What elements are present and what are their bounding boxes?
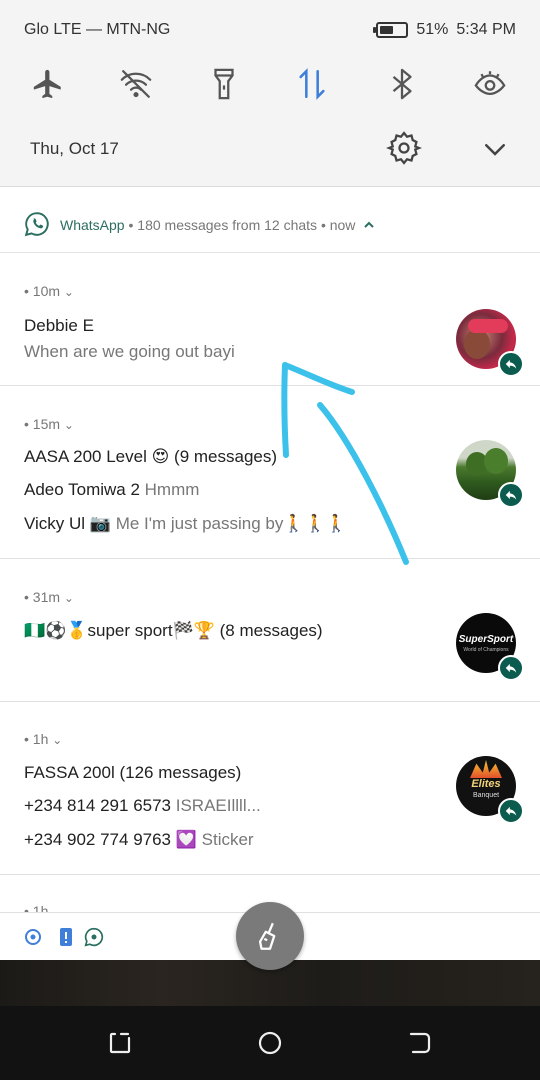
whatsapp-summary: WhatsApp • 180 messages from 12 chats • … [60,217,375,233]
avatar-logo-text: Elites [471,778,501,790]
back-icon[interactable] [407,1030,433,1056]
reply-icon[interactable] [498,798,524,824]
header-time: now [329,217,356,233]
phone-alert-icon [56,927,76,947]
message-line: Adeo Tomiwa 2 Hmmm [24,480,200,499]
message-line: +234 814 291 6573 ISRAEIllll... [24,796,261,815]
sender-name: Debbie E [24,316,94,335]
clock: 5:34 PM [456,21,516,38]
notification-time: • 15m ⌄ [24,416,74,432]
wifi-off-icon[interactable] [116,64,156,104]
recent-apps-icon[interactable] [107,1030,133,1056]
date-label: Thu, Oct 17 [30,139,119,158]
notification-card[interactable]: • 1h ⌄ FASSA 200l (126 messages) +234 81… [0,703,540,875]
status-right: 51% 5:34 PM [373,21,516,39]
whatsapp-icon [24,211,50,237]
carrier-label: Glo LTE — MTN-NG [24,21,171,38]
quick-settings-panel: Thu, Oct 17 [0,60,540,187]
whatsapp-group-header[interactable]: WhatsApp • 180 messages from 12 chats • … [0,187,540,253]
message-summary: 180 messages from 12 chats [137,217,318,233]
message-line: +234 902 774 9763 💟 Sticker [24,830,254,849]
settings-gear-icon[interactable] [385,130,423,166]
home-icon[interactable] [257,1030,283,1056]
sync-icon [24,927,44,947]
navigation-bar [0,960,540,1080]
notification-card[interactable]: • 31m ⌄ 🇳🇬⚽🥇super sport🏁🏆 (8 messages) S… [0,560,540,702]
expand-chevron-icon[interactable] [480,134,510,164]
avatar-logo-text: SuperSport [458,634,514,645]
airplane-icon[interactable] [28,64,68,104]
message-preview: When are we going out bayi [24,342,235,361]
notification-time: • 31m ⌄ [24,589,74,605]
status-bar: Glo LTE — MTN-NG 51% 5:34 PM [0,0,540,60]
notification-time: • 1h ⌄ [24,903,63,912]
bluetooth-icon[interactable] [382,64,422,104]
battery-percent: 51% [416,21,449,38]
group-title: FASSA 200l (126 messages) [24,763,242,782]
notification-card[interactable]: • 15m ⌄ AASA 200 Level 😍 (9 messages) Ad… [0,387,540,559]
mobile-data-icon[interactable] [292,64,332,104]
whatsapp-small-icon [84,927,104,947]
group-title: 🇳🇬⚽🥇super sport🏁🏆 (8 messages) [24,621,323,640]
flashlight-icon[interactable] [204,64,244,104]
collapse-chevron-icon[interactable] [363,220,375,230]
group-title: AASA 200 Level 😍 (9 messages) [24,447,278,466]
clear-all-button[interactable] [236,902,304,970]
battery-icon [373,22,409,38]
app-name: WhatsApp [60,217,125,233]
quick-settings-row [0,60,540,110]
broom-icon [258,922,276,950]
reply-icon[interactable] [498,351,524,377]
notification-time: • 10m ⌄ [24,283,74,299]
reply-icon[interactable] [498,482,524,508]
notification-card[interactable]: • 10m ⌄ Debbie E When are we going out b… [0,254,540,386]
reply-icon[interactable] [498,655,524,681]
battery-fill [380,26,393,34]
message-line: Vicky Ul 📷 Me I'm just passing by🚶🚶🚶 [24,514,347,533]
notification-time: • 1h ⌄ [24,731,63,747]
eye-comfort-icon[interactable] [470,64,510,104]
avatar-logo-subtext: World of Champions [463,647,509,653]
